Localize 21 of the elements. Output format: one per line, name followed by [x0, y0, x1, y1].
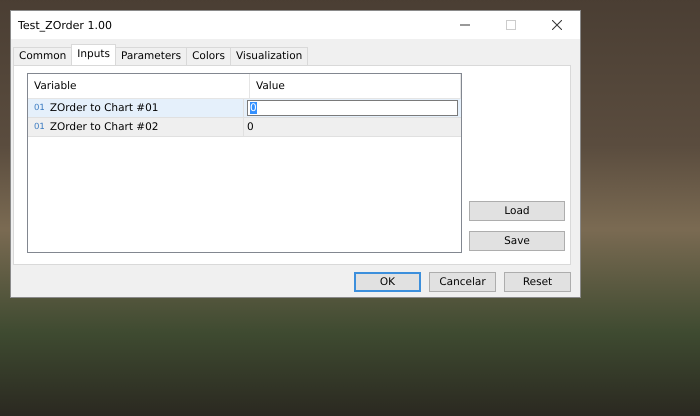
dialog-button[interactable]: OK: [354, 272, 421, 292]
column-header[interactable]: Variable: [28, 74, 250, 98]
maximize-icon: [506, 20, 516, 30]
side-button[interactable]: Load: [469, 201, 565, 221]
variable-name: ZOrder to Chart #01: [50, 102, 158, 114]
side-button[interactable]: Save: [469, 231, 565, 251]
type-tag: 01: [34, 103, 45, 113]
table-row[interactable]: 01 ZOrder to Chart #01 0: [28, 99, 461, 118]
tab[interactable]: Visualization: [230, 47, 308, 65]
variable-name: ZOrder to Chart #02: [50, 121, 158, 133]
column-header[interactable]: Value: [250, 74, 461, 98]
window-title: Test_ZOrder 1.00: [18, 18, 113, 32]
value-text: 0: [250, 102, 257, 114]
table-row[interactable]: 01 ZOrder to Chart #02 0: [28, 118, 461, 137]
close-icon: [552, 20, 562, 30]
dialog-button[interactable]: Reset: [504, 272, 571, 292]
tab[interactable]: Common: [13, 47, 72, 65]
dialog-button[interactable]: Cancelar: [429, 272, 496, 292]
tab[interactable]: Inputs: [71, 44, 116, 65]
value-text: 0: [247, 121, 254, 133]
type-tag: 01: [34, 122, 45, 132]
